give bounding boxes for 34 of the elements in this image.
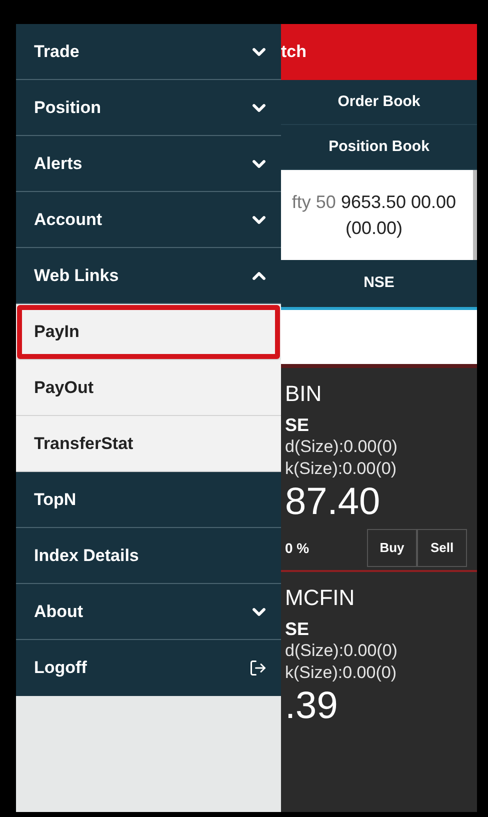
change-percent: 0 % bbox=[285, 538, 310, 558]
menu-item[interactable]: Alerts bbox=[16, 136, 281, 192]
menu-item[interactable]: About bbox=[16, 584, 281, 640]
menu-item[interactable]: TopN bbox=[16, 472, 281, 528]
logoff-button[interactable]: Logoff bbox=[16, 640, 281, 696]
header-bar: tch bbox=[281, 24, 477, 80]
bid-size: d(Size):0.00(0) bbox=[285, 436, 398, 458]
buy-button[interactable]: Buy bbox=[367, 529, 417, 567]
stock-symbol: MCFIN bbox=[285, 584, 356, 612]
index-change: (00.00) bbox=[345, 217, 403, 240]
submenu-item[interactable]: PayIn bbox=[16, 304, 281, 360]
menu-item[interactable]: Index Details bbox=[16, 528, 281, 584]
stock-price: .39 bbox=[285, 684, 339, 728]
sell-button[interactable]: Sell bbox=[417, 529, 467, 567]
ask-size: k(Size):0.00(0) bbox=[285, 662, 398, 684]
nav-button[interactable]: Order Book bbox=[281, 80, 477, 125]
stock-price: 87.40 bbox=[285, 480, 382, 524]
submenu-item[interactable]: PayOut bbox=[16, 360, 281, 416]
menu-item[interactable]: Trade bbox=[16, 24, 281, 80]
search-field[interactable] bbox=[281, 310, 477, 368]
exchange-tab[interactable]: NSE bbox=[281, 260, 477, 310]
exchange-label: SE bbox=[285, 414, 310, 436]
logout-icon bbox=[249, 659, 267, 677]
bid-size: d(Size):0.00(0) bbox=[285, 640, 398, 662]
stock-symbol: BIN bbox=[285, 380, 323, 408]
ask-size: k(Size):0.00(0) bbox=[285, 458, 398, 480]
index-name: fty 50 bbox=[292, 192, 336, 212]
index-value: 9653.50 00.00 bbox=[340, 192, 456, 212]
menu-item[interactable]: Web Links bbox=[16, 248, 281, 304]
menu-item[interactable]: Position bbox=[16, 80, 281, 136]
menu-item[interactable]: Account bbox=[16, 192, 281, 248]
nav-button[interactable]: Position Book bbox=[281, 125, 477, 170]
submenu-item[interactable]: TransferStat bbox=[16, 416, 281, 472]
exchange-label: SE bbox=[285, 618, 310, 640]
